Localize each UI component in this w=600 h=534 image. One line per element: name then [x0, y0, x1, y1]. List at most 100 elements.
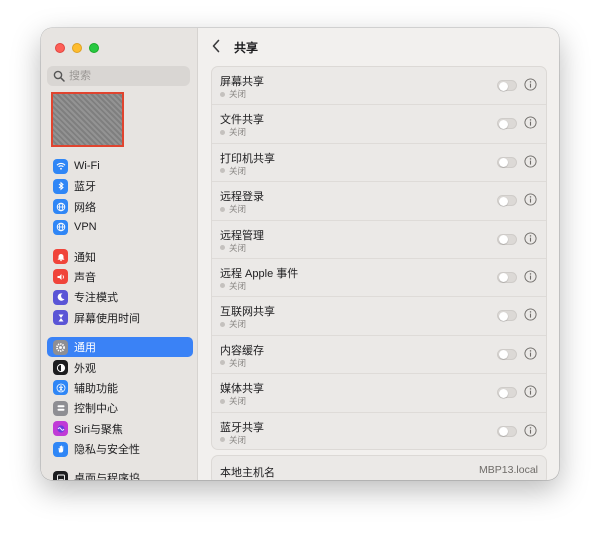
sharing-status-text: 关闭 [229, 396, 247, 407]
sidebar-item-wifi[interactable]: Wi-Fi [47, 156, 193, 176]
info-icon[interactable] [524, 270, 537, 283]
sharing-status: 关闭 [220, 88, 246, 100]
appearance-icon [53, 360, 68, 376]
sidebar-item-globe[interactable]: 网络 [47, 197, 193, 217]
sharing-toggle[interactable] [497, 387, 517, 399]
hostname-row[interactable]: 本地主机名 MBP13.local [211, 455, 547, 480]
sharing-status-text: 关闭 [229, 204, 247, 215]
info-icon[interactable] [524, 232, 537, 245]
sharing-service-label: 远程登录 [220, 191, 264, 204]
control-center-icon [53, 400, 68, 416]
sharing-status: 关闭 [220, 434, 246, 446]
sharing-status-text: 关闭 [229, 357, 247, 368]
page-title: 共享 [234, 41, 259, 55]
status-dot-icon [220, 245, 225, 251]
sidebar-item-hand[interactable]: 隐私与安全性 [47, 439, 193, 459]
status-dot-icon [220, 360, 225, 366]
status-dot-icon [220, 91, 225, 97]
info-icon[interactable] [524, 347, 537, 360]
sharing-service-label: 远程管理 [220, 229, 264, 242]
sidebar-item-label: 声音 [74, 271, 96, 284]
accessibility-icon [53, 380, 68, 396]
sharing-status: 关闭 [220, 203, 246, 215]
sharing-status: 关闭 [220, 395, 246, 407]
status-dot-icon [220, 321, 225, 327]
sidebar-group-separator [47, 238, 193, 247]
sidebar-group-separator [47, 328, 193, 337]
sidebar-item-accessibility[interactable]: 辅助功能 [47, 378, 193, 398]
hostname-value: MBP13.local [479, 464, 538, 476]
sidebar-item-gear[interactable]: 通用 [47, 337, 193, 358]
sidebar-item-appearance[interactable]: 外观 [47, 358, 193, 378]
dock-icon [53, 470, 68, 480]
sidebar-item-control-center[interactable]: 控制中心 [47, 398, 193, 418]
sharing-toggle[interactable] [497, 195, 517, 207]
info-icon[interactable] [524, 423, 537, 437]
info-icon[interactable] [524, 193, 537, 206]
sharing-status-text: 关闭 [229, 242, 247, 253]
sidebar-item-moon[interactable]: 专注模式 [47, 287, 193, 307]
sharing-status: 关闭 [220, 126, 246, 138]
sharing-service-label: 远程 Apple 事件 [220, 267, 299, 280]
status-dot-icon [220, 168, 225, 174]
main-pane: 共享 屏幕共享 关闭 文件共享 关闭 打印机共享 关闭 远程登录 关闭 远程管理 关闭 远程 App… [199, 28, 559, 480]
sharing-toggle[interactable] [497, 425, 517, 437]
sidebar-item-dock[interactable]: 桌面与程序坞 [47, 468, 193, 480]
sharing-toggle[interactable] [497, 233, 517, 245]
sharing-toggle[interactable] [497, 118, 517, 130]
sharing-service-label: 打印机共享 [220, 152, 275, 165]
sidebar-item-siri[interactable]: Siri与聚焦 [47, 419, 193, 439]
info-icon[interactable] [524, 78, 537, 91]
sidebar-item-label: 通知 [74, 251, 96, 264]
search-field[interactable] [47, 66, 190, 86]
globe-icon [53, 199, 68, 215]
avatar[interactable] [51, 92, 124, 147]
sharing-toggle[interactable] [497, 271, 517, 283]
sidebar-item-label: 屏幕使用时间 [74, 312, 140, 325]
sidebar-item-label: 专注模式 [74, 292, 118, 305]
info-icon[interactable] [524, 308, 537, 321]
sharing-row: 媒体共享 关闭 [212, 374, 546, 413]
status-dot-icon [220, 129, 225, 135]
sharing-toggle[interactable] [497, 80, 517, 91]
sharing-row: 远程 Apple 事件 关闭 [212, 259, 546, 298]
sidebar-group-separator [47, 459, 193, 468]
sharing-toggle[interactable] [497, 348, 517, 360]
bell-icon [53, 249, 68, 265]
sharing-row: 远程登录 关闭 [212, 182, 546, 221]
sidebar-item-bell[interactable]: 通知 [47, 247, 193, 267]
info-icon[interactable] [524, 385, 537, 398]
info-icon[interactable] [524, 155, 537, 168]
sharing-status: 关闭 [220, 318, 246, 330]
sharing-service-label: 媒体共享 [220, 383, 264, 396]
sharing-service-label: 文件共享 [220, 114, 264, 127]
sidebar-item-label: 网络 [74, 201, 96, 214]
chevron-left-icon[interactable] [211, 39, 221, 53]
sidebar-item-label: VPN [74, 221, 97, 234]
minimize-window-button[interactable] [72, 43, 82, 53]
sidebar-item-label: 辅助功能 [74, 382, 118, 395]
header: 共享 [199, 28, 559, 64]
sidebar-item-label: 蓝牙 [74, 181, 96, 194]
sharing-service-label: 屏幕共享 [220, 76, 264, 88]
close-window-button[interactable] [55, 43, 65, 53]
sharing-status: 关闭 [220, 280, 246, 292]
sharing-status: 关闭 [220, 242, 246, 254]
sharing-row: 蓝牙共享 关闭 [212, 413, 546, 451]
search-input[interactable] [69, 70, 179, 82]
wifi-icon [53, 158, 68, 174]
sharing-status-text: 关闭 [229, 89, 247, 99]
sidebar-item-vpn-globe[interactable]: VPN [47, 217, 193, 237]
sidebar-item-label: 外观 [74, 362, 96, 375]
status-dot-icon [220, 283, 225, 289]
sharing-toggle[interactable] [497, 310, 517, 322]
info-icon[interactable] [524, 116, 537, 129]
sidebar-item-speaker[interactable]: 声音 [47, 267, 193, 287]
sharing-row: 打印机共享 关闭 [212, 144, 546, 183]
gear-icon [53, 339, 68, 355]
sharing-toggle[interactable] [497, 156, 517, 168]
sharing-status-text: 关闭 [229, 319, 247, 330]
zoom-window-button[interactable] [89, 43, 99, 53]
sidebar-item-bluetooth[interactable]: 蓝牙 [47, 176, 193, 196]
sidebar-item-hourglass[interactable]: 屏幕使用时间 [47, 308, 193, 328]
